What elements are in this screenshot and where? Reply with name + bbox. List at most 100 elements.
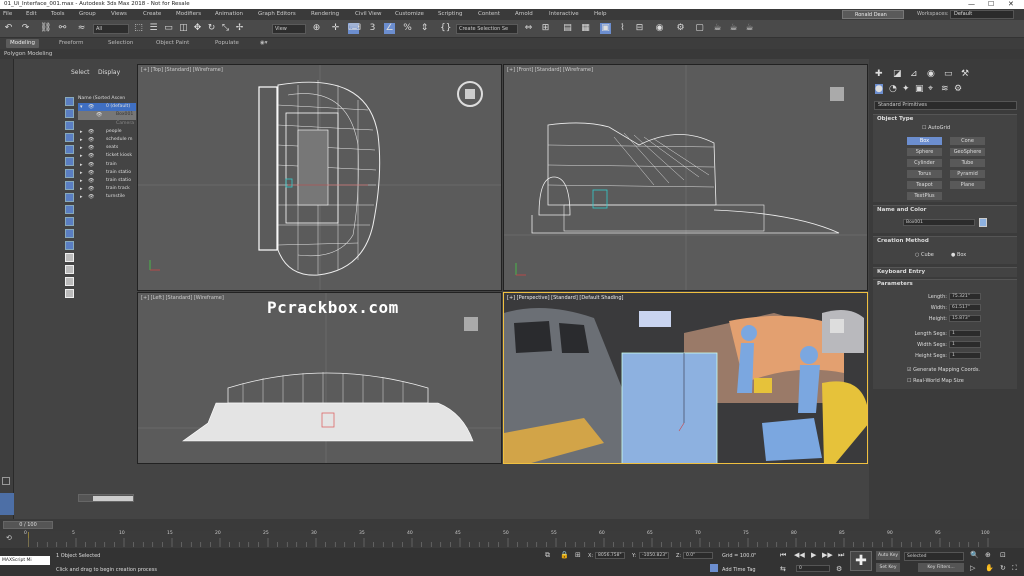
minimize-icon[interactable]: — [968, 0, 975, 9]
menu-help[interactable]: Help [594, 9, 607, 20]
utilities-tab-icon[interactable]: ⚒ [961, 69, 969, 79]
expand-icon[interactable]: ▸ [80, 177, 83, 185]
toggle-ribbon-icon[interactable]: ▣ [600, 23, 611, 34]
torus-button[interactable]: Torus [907, 170, 942, 178]
material-editor-icon[interactable]: ◉ [654, 23, 665, 34]
tree-row[interactable]: ▾ 👁 0 (default) [78, 103, 136, 112]
expand-icon[interactable]: ▾ [80, 103, 83, 111]
eye-icon[interactable]: 👁 [88, 161, 94, 169]
absolute-mode-icon[interactable]: ⊞ [575, 551, 581, 559]
select-by-name-icon[interactable]: ☰ [148, 23, 159, 34]
eye-icon[interactable]: 👁 [96, 111, 102, 119]
rollout-header[interactable]: Name and Color [873, 206, 1017, 215]
motion-tab-icon[interactable]: ◉ [927, 69, 935, 79]
expand-icon[interactable]: ▸ [80, 185, 83, 193]
workspace-select[interactable]: Default [950, 10, 1014, 19]
go-to-end-icon[interactable]: ⏭ [838, 551, 844, 560]
tab-selection[interactable]: Selection [104, 39, 137, 48]
height-spinner[interactable]: 15.873" [949, 315, 981, 322]
viewport-top[interactable]: [+] [Top] [Standard] [Wireframe] [137, 64, 502, 291]
tree-row[interactable]: ▸ 👁 train [78, 161, 136, 169]
menu-civil-view[interactable]: Civil View [355, 9, 381, 20]
zoom-icon[interactable]: 🔍 [970, 551, 979, 559]
maximize-viewport-icon[interactable]: ⛶ [1012, 564, 1017, 573]
real-world-checkbox[interactable]: ☐ Real-World Map Size [907, 378, 964, 384]
filter-all-icon[interactable] [65, 241, 74, 250]
tube-button[interactable]: Tube [950, 159, 985, 167]
time-slider-handle[interactable]: 0 / 100 [3, 521, 53, 529]
filter-geometry-icon[interactable] [65, 97, 74, 106]
object-name-input[interactable]: Box001 [903, 219, 975, 226]
manipulate-icon[interactable]: ✛ [330, 23, 341, 34]
tree-row[interactable]: ▸ 👁 train statio [78, 169, 136, 177]
filter-spacewarps-icon[interactable] [65, 157, 74, 166]
tree-row[interactable]: ▸ 👁 train track [78, 185, 136, 193]
layout-thumbnail[interactable] [0, 493, 14, 515]
viewport-label[interactable]: [+] [Front] [Standard] [Wireframe] [507, 67, 593, 73]
angle-snap-icon[interactable]: ∠ [384, 23, 395, 34]
zoom-extents-icon[interactable]: ⊡ [1000, 551, 1006, 559]
tab-modeling[interactable]: Modeling [6, 39, 40, 48]
scene-tab-select[interactable]: Select [71, 69, 90, 76]
spinner-snap-icon[interactable]: ⇕ [419, 23, 430, 34]
eye-icon[interactable]: 👁 [88, 193, 94, 201]
gen-mapping-checkbox[interactable]: ☑ Generate Mapping Coords. [907, 367, 980, 373]
scene-tab-display[interactable]: Display [98, 69, 120, 76]
menu-edit[interactable]: Edit [26, 9, 37, 20]
filter-options-icon[interactable] [65, 289, 74, 298]
menu-views[interactable]: Views [111, 9, 127, 20]
ribbon-panel-label[interactable]: Polygon Modeling [4, 51, 52, 57]
length-spinner[interactable]: 75.321" [949, 293, 981, 300]
scene-scrollbar[interactable] [78, 494, 134, 502]
tab-populate[interactable]: Populate [211, 39, 243, 48]
rollout-header[interactable]: Keyboard Entry [873, 268, 1017, 277]
next-frame-icon[interactable]: ▶▶ [822, 551, 833, 559]
eye-icon[interactable]: 👁 [88, 136, 94, 144]
cone-button[interactable]: Cone [950, 137, 985, 145]
window-crossing-icon[interactable]: ◫ [178, 23, 189, 34]
length-segs-spinner[interactable]: 1 [949, 330, 981, 337]
bind-space-warp-icon[interactable]: ≈ [76, 23, 87, 34]
scene-explorer-icon[interactable]: ▤ [562, 23, 573, 34]
menu-create[interactable]: Create [143, 9, 161, 20]
filter-none-icon[interactable] [65, 253, 74, 262]
orbit-icon[interactable]: ↻ [1000, 564, 1006, 572]
set-key-button[interactable]: Set Key [876, 563, 900, 572]
undo-icon[interactable]: ↶ [3, 23, 14, 34]
viewport-perspective[interactable]: [+] [Perspective] [Standard] [Default Sh… [503, 292, 868, 464]
time-config-icon[interactable]: ⚙ [836, 565, 842, 573]
filter-shapes-icon[interactable] [65, 109, 74, 118]
menu-customize[interactable]: Customize [395, 9, 424, 20]
selection-filter[interactable]: All [93, 24, 129, 34]
rollout-header[interactable]: Parameters [873, 280, 1017, 289]
zoom-all-icon[interactable]: ⊕ [985, 551, 991, 559]
user-account[interactable]: Ronald Dean [842, 10, 904, 19]
key-mode-icon[interactable]: ⇆ [780, 565, 786, 573]
tab-object-paint[interactable]: Object Paint [152, 39, 193, 48]
geometry-icon[interactable]: ● [875, 84, 883, 94]
primitive-type-select[interactable]: Standard Primitives [874, 101, 1017, 110]
reference-coord-select[interactable]: View [272, 24, 306, 34]
menu-rendering[interactable]: Rendering [311, 9, 339, 20]
render-iterative-icon[interactable]: ☕ [728, 23, 739, 34]
maximize-icon[interactable]: ☐ [988, 0, 994, 9]
tree-row[interactable]: ▸ 👁 seats [78, 144, 136, 152]
viewport-label[interactable]: [+] [Perspective] [Standard] [Default Sh… [507, 295, 623, 301]
filter-lights-icon[interactable] [65, 121, 74, 130]
eye-icon[interactable]: 👁 [88, 169, 94, 177]
object-color-swatch[interactable] [979, 218, 987, 227]
current-frame-field[interactable]: 0 [796, 565, 830, 572]
spacewarps-icon[interactable]: ≋ [941, 84, 949, 94]
menu-interactive[interactable]: Interactive [549, 9, 579, 20]
expand-icon[interactable]: ▸ [80, 136, 83, 144]
box-button[interactable]: Box [907, 137, 942, 145]
field-of-view-icon[interactable]: ▷ [970, 564, 975, 572]
eye-icon[interactable]: 👁 [88, 128, 94, 136]
filter-hidden-icon[interactable] [65, 229, 74, 238]
lights-icon[interactable]: ✦ [902, 84, 910, 94]
filter-find-icon[interactable] [65, 277, 74, 286]
close-icon[interactable]: ✕ [1008, 0, 1014, 9]
eye-icon[interactable]: 👁 [88, 185, 94, 193]
filter-invert-icon[interactable] [65, 265, 74, 274]
tree-row[interactable]: ▸ 👁 turnstile [78, 193, 136, 201]
